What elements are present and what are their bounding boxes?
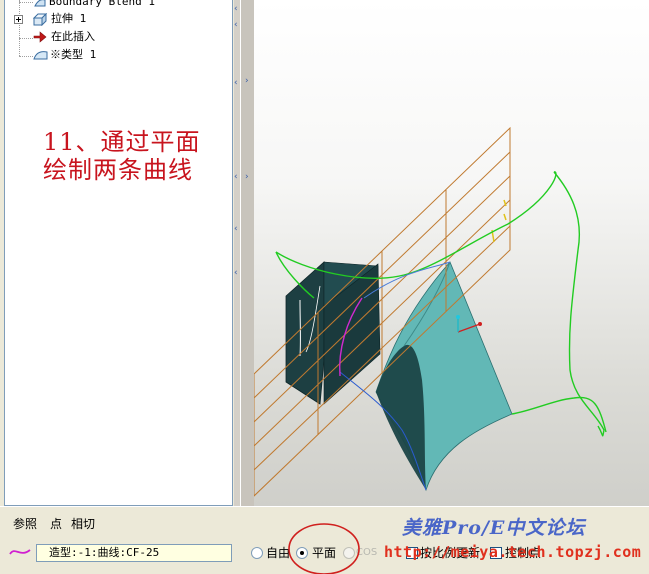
extrude-icon	[33, 13, 47, 26]
pro-e-window: Boundary Blend 1 拉伸 1 在此插入 ※类型 1 11、通过平面…	[0, 0, 649, 574]
tab-tangency[interactable]: 相切	[71, 515, 95, 532]
watermark-title: 美雅Pro/E中文论坛	[402, 517, 586, 539]
style-feature-icon	[33, 51, 48, 60]
expand-right-icon[interactable]: ›	[245, 76, 251, 86]
radio-free[interactable]	[251, 547, 263, 559]
tree-item-insert-here[interactable]: 在此插入	[5, 28, 232, 46]
graphics-window[interactable]	[254, 0, 649, 506]
expand-icon[interactable]	[14, 15, 23, 24]
tab-references[interactable]: 参照	[13, 515, 37, 532]
tree-item-extrude[interactable]: 拉伸 1	[5, 10, 232, 28]
insert-here-arrow-icon	[33, 31, 47, 43]
curve-reference-field[interactable]: 造型:-1:曲线:CF-25	[36, 544, 232, 562]
expand-right-icon[interactable]: ›	[245, 172, 251, 182]
highlight-circle	[288, 523, 360, 574]
boundary-blend-icon	[34, 0, 46, 7]
right-splitter[interactable]: › ›	[240, 0, 254, 506]
model-tree-panel[interactable]: Boundary Blend 1 拉伸 1 在此插入 ※类型 1 11、通过平面…	[4, 0, 233, 506]
curve-type-icon	[9, 549, 31, 555]
watermark-url: http://meiya.tech.topzj.com	[384, 543, 642, 561]
tutorial-annotation: 11、通过平面绘制两条曲线	[43, 128, 201, 184]
model-viewport[interactable]	[254, 0, 649, 506]
tab-points[interactable]: 点	[50, 515, 62, 532]
tree-item-style[interactable]: ※类型 1	[5, 46, 232, 64]
